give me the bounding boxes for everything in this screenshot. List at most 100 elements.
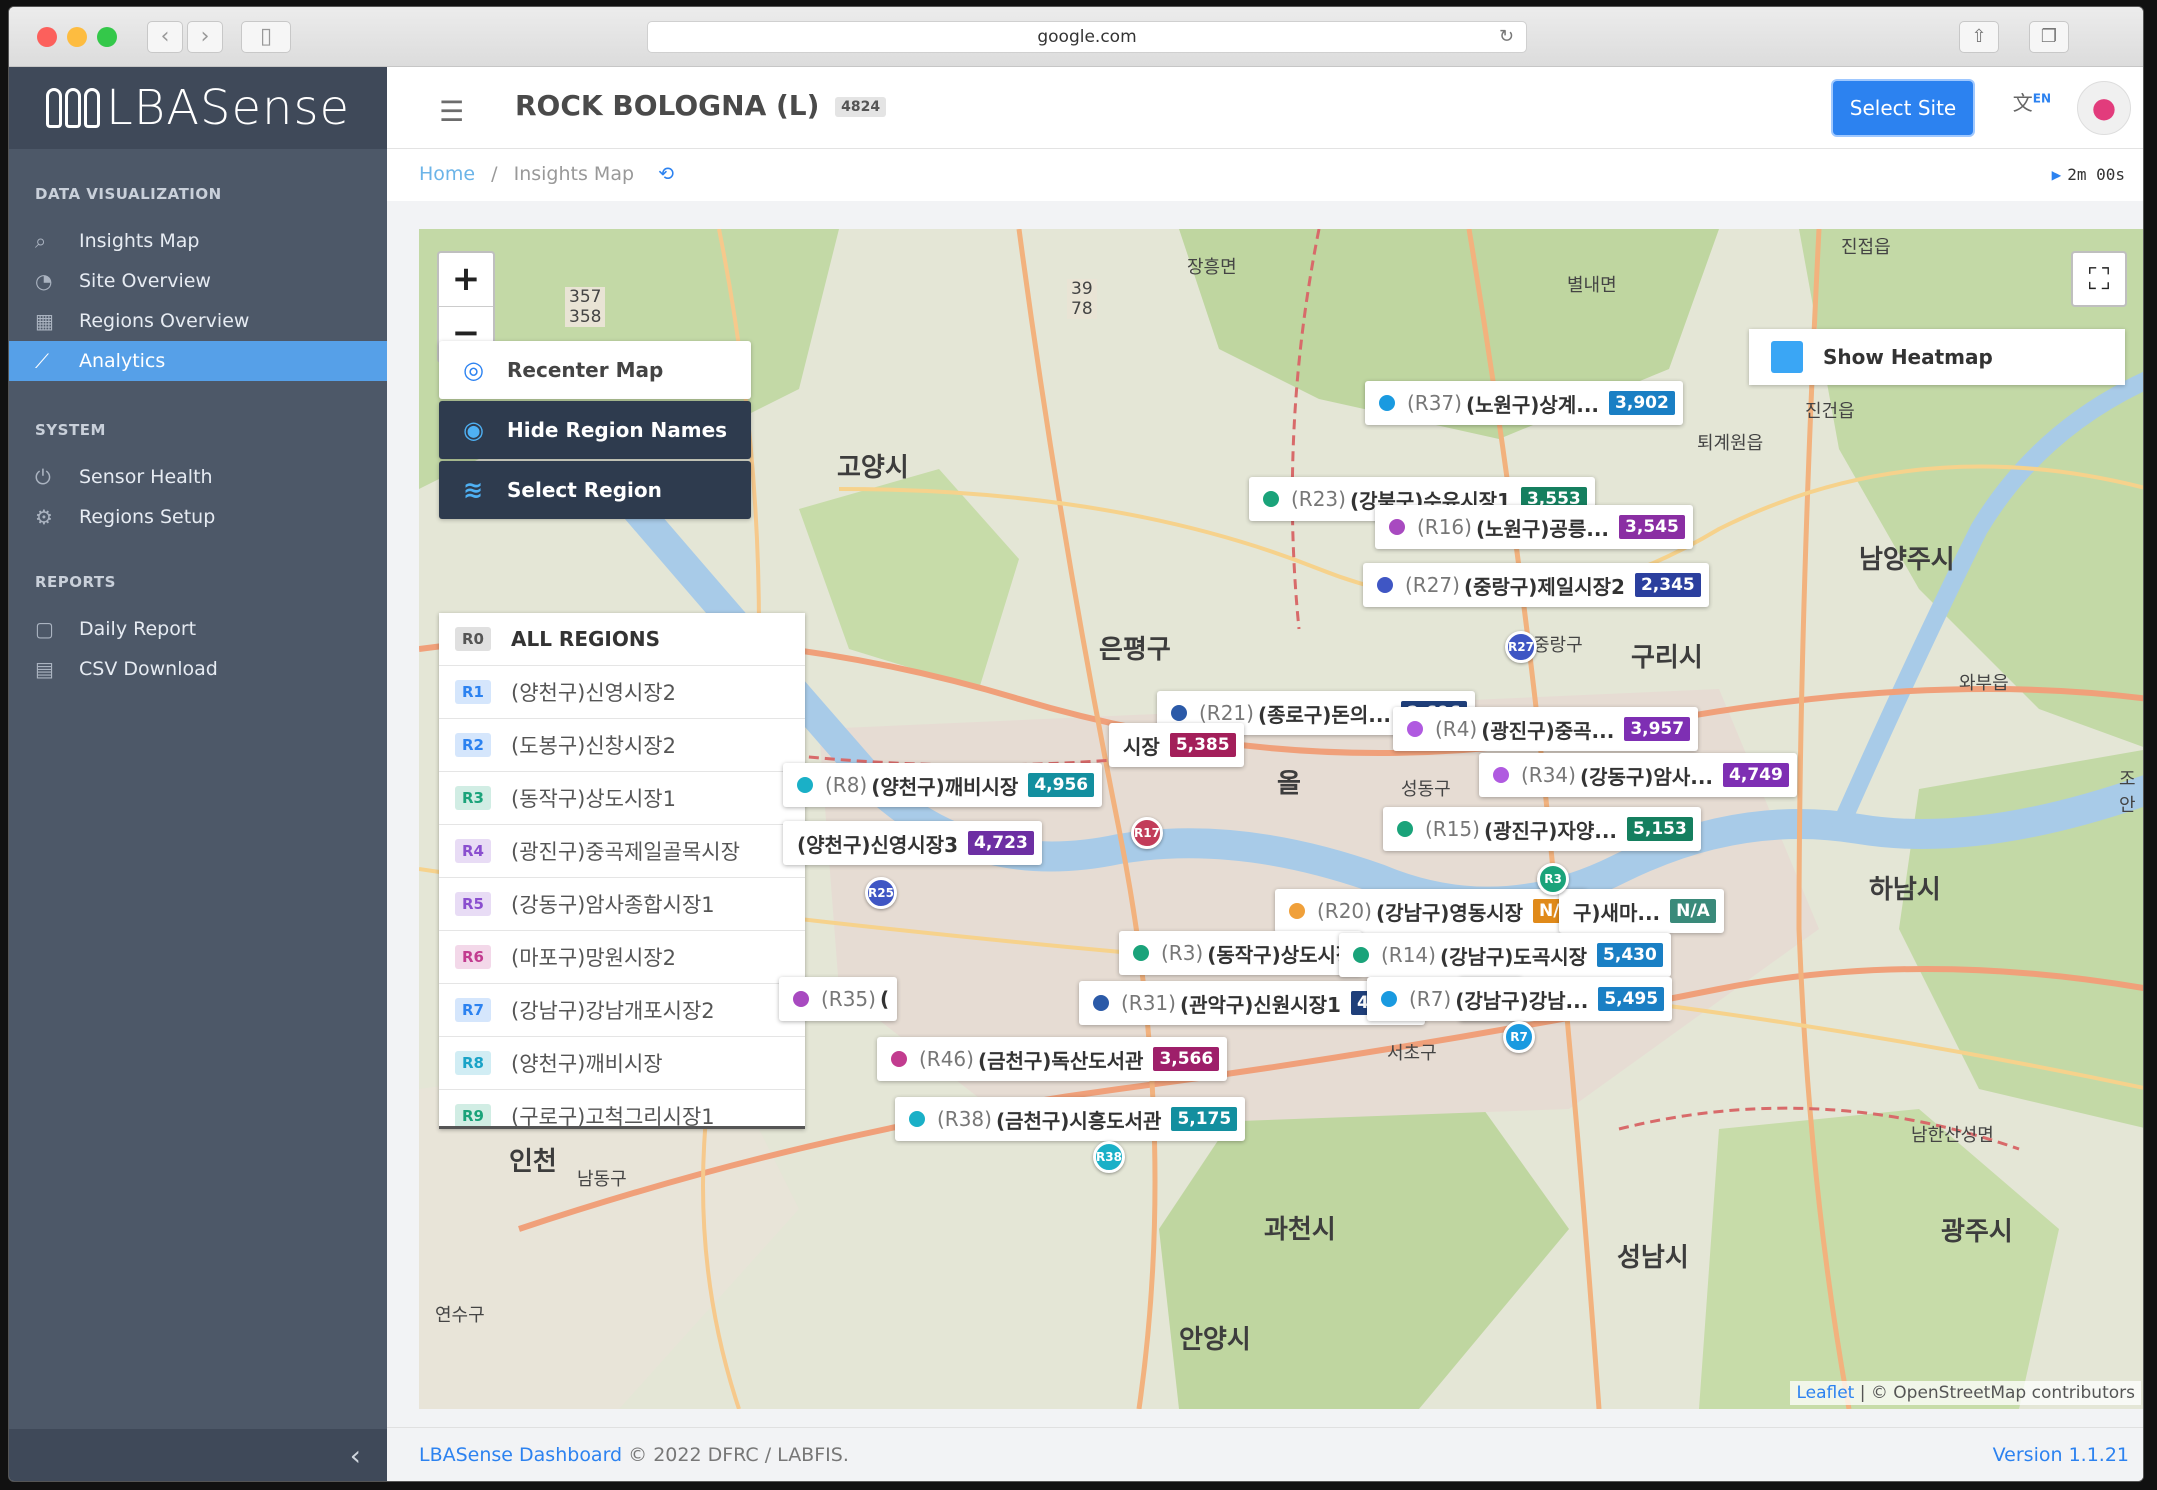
region-popup-name: (강남구)강남... xyxy=(1455,988,1589,1013)
brand-logo[interactable]: LBASense xyxy=(9,67,387,149)
region-code: (R4) xyxy=(1435,717,1478,741)
dashboard-icon: ◔ xyxy=(35,269,53,293)
leaflet-link[interactable]: Leaflet xyxy=(1796,1383,1854,1403)
sidebar-item-insights-map[interactable]: ⌕ Insights Map xyxy=(9,221,387,261)
select-site-button[interactable]: Select Site xyxy=(1833,81,1973,135)
reload-icon[interactable]: ↻ xyxy=(1499,22,1514,52)
close-window-button[interactable] xyxy=(37,27,57,47)
recenter-map-button[interactable]: ◎ Recenter Map xyxy=(439,341,751,399)
forward-icon[interactable]: › xyxy=(187,21,223,53)
region-popup-name: 시장 xyxy=(1123,734,1160,759)
maximize-window-button[interactable] xyxy=(97,27,117,47)
sidebar-item-daily-report[interactable]: ▢ Daily Report xyxy=(9,609,387,649)
sidebar-item-site-overview[interactable]: ◔ Site Overview xyxy=(9,261,387,301)
zoom-in-button[interactable]: + xyxy=(439,253,493,307)
region-popup[interactable]: (R7) (강남구)강남... 5,495 xyxy=(1367,977,1673,1021)
sidebar-item-analytics[interactable]: ⟋ Analytics xyxy=(9,341,387,381)
select-region-button[interactable]: ≋ Select Region xyxy=(439,461,751,519)
region-option[interactable]: R4 (광진구)중곡제일골목시장 xyxy=(439,825,805,878)
auto-refresh-timer[interactable]: ▶ 2m 00s xyxy=(2052,165,2125,184)
region-popup[interactable]: (R15) (광진구)자양... 5,153 xyxy=(1383,807,1701,851)
region-popup[interactable]: (R35)( xyxy=(779,977,898,1021)
minimize-window-button[interactable] xyxy=(67,27,87,47)
refresh-icon[interactable]: ⟲ xyxy=(658,163,674,185)
fullscreen-icon[interactable]: ⛶ xyxy=(2071,251,2127,307)
region-option[interactable]: R1 (양천구)신영시장2 xyxy=(439,666,805,719)
region-option[interactable]: R6 (마포구)망원시장2 xyxy=(439,931,805,984)
region-option[interactable]: R0 ALL REGIONS xyxy=(439,613,805,666)
language-switcher[interactable]: 文EN xyxy=(2013,87,2051,116)
heatmap-icon xyxy=(1771,341,1803,373)
sidebar-footer: ‹ xyxy=(9,1429,387,1481)
region-popup[interactable]: (R27) (중랑구)제일시장2 2,345 xyxy=(1363,563,1709,607)
region-name: (양천구)신영시장2 xyxy=(511,681,676,705)
sidebar-item-label: Site Overview xyxy=(79,270,211,292)
sidebar-item-label: Analytics xyxy=(79,350,166,372)
user-avatar[interactable]: ● xyxy=(2077,81,2131,135)
translate-icon: 文 xyxy=(2012,91,2033,115)
region-option[interactable]: R2 (도봉구)신창시장2 xyxy=(439,719,805,772)
region-marker[interactable]: R17 xyxy=(1131,817,1163,849)
site-name: ROCK BOLOGNA (L) xyxy=(515,89,820,122)
region-code: (R27) xyxy=(1405,573,1460,597)
status-dot-icon xyxy=(1493,767,1509,783)
region-popup[interactable]: (R16) (노원구)공릉... 3,545 xyxy=(1375,505,1693,549)
insights-map[interactable]: 고양시 은평구 구리시 남양주시 하남시 과천시 성남시 안양시 광주시 인천 장흥면 별내면 진접읍 진… xyxy=(419,229,2143,1409)
region-tag: R4 xyxy=(455,839,491,863)
region-option[interactable]: R5 (강동구)암사종합시장1 xyxy=(439,878,805,931)
breadcrumb-current: Insights Map xyxy=(513,163,635,185)
region-popup[interactable]: (R46) (금천구)독산도서관 3,566 xyxy=(877,1037,1228,1081)
place-label: 남양주시 xyxy=(1859,545,1955,575)
region-popup[interactable]: (R34) (강동구)암사... 4,749 xyxy=(1479,753,1797,797)
footer-brand-link[interactable]: LBASense Dashboard xyxy=(419,1444,622,1466)
region-name: (광진구)중곡제일골목시장 xyxy=(511,840,740,864)
region-popup[interactable]: (양천구)신영시장3 4,723 xyxy=(783,821,1042,865)
region-tag: R6 xyxy=(455,945,491,969)
region-popup[interactable]: (R20) (강남구)영동시장 N/A xyxy=(1275,889,1587,933)
region-option[interactable]: R9 (구로구)고척그리시장1 xyxy=(439,1090,805,1126)
tabs-icon[interactable]: ❐ xyxy=(2029,21,2069,53)
region-popup-name: (광진구)자양... xyxy=(1483,818,1618,843)
region-popup[interactable]: (R3) (동작구)상도시장 xyxy=(1119,931,1363,975)
region-popup[interactable]: (R8) (양천구)깨비시장 4,956 xyxy=(783,763,1103,807)
sidebar-toggle-icon[interactable]: ▯ xyxy=(241,21,291,53)
show-heatmap-label: Show Heatmap xyxy=(1823,345,1993,369)
region-marker[interactable]: R38 xyxy=(1093,1141,1125,1173)
collapse-sidebar-icon[interactable]: ‹ xyxy=(350,1439,361,1472)
share-icon[interactable]: ⇧ xyxy=(1959,21,1999,53)
region-marker[interactable]: R27 xyxy=(1505,631,1537,663)
region-marker[interactable]: R25 xyxy=(865,877,897,909)
region-marker[interactable]: R3 xyxy=(1537,863,1569,895)
sidebar-item-regions-setup[interactable]: ⚙ Regions Setup xyxy=(9,497,387,537)
region-option[interactable]: R3 (동작구)상도시장1 xyxy=(439,772,805,825)
region-popup[interactable]: 구)새마... N/A xyxy=(1559,889,1724,933)
visitor-count-badge: 2,345 xyxy=(1634,573,1701,597)
region-code: (R15) xyxy=(1425,817,1480,841)
region-code: (R35) xyxy=(821,987,876,1011)
status-dot-icon xyxy=(1353,947,1369,963)
road-number-label: 357 xyxy=(565,287,606,307)
region-option[interactable]: R8 (양천구)깨비시장 xyxy=(439,1037,805,1090)
sidebar-section-title: REPORTS xyxy=(35,573,116,591)
hide-region-names-button[interactable]: ◉ Hide Region Names xyxy=(439,401,751,459)
region-popup[interactable]: (R14) (강남구)도곡시장 5,430 xyxy=(1339,933,1671,977)
region-popup[interactable]: (R4) (광진구)중곡... 3,957 xyxy=(1393,707,1699,751)
sidebar-item-sensor-health[interactable]: ⏻ Sensor Health xyxy=(9,457,387,497)
csv-icon: ▤ xyxy=(35,657,54,681)
region-marker[interactable]: R7 xyxy=(1503,1021,1535,1053)
region-tag: R7 xyxy=(455,998,491,1022)
sidebar-item-label: Regions Setup xyxy=(79,506,216,528)
hamburger-menu-icon[interactable]: ☰ xyxy=(439,95,464,128)
region-option[interactable]: R7 (강남구)강남개포시장2 xyxy=(439,984,805,1037)
region-popup[interactable]: (R37) (노원구)상계... 3,902 xyxy=(1365,381,1683,425)
region-popup[interactable]: (R38) (금천구)시흥도서관 5,175 xyxy=(895,1097,1246,1141)
place-label: 고양시 xyxy=(837,453,909,483)
back-icon[interactable]: ‹ xyxy=(147,21,183,53)
show-heatmap-toggle[interactable]: Show Heatmap xyxy=(1749,329,2125,385)
sidebar-item-regions-overview[interactable]: ▦ Regions Overview xyxy=(9,301,387,341)
sidebar-item-csv-download[interactable]: ▤ CSV Download xyxy=(9,649,387,689)
breadcrumb-home-link[interactable]: Home xyxy=(419,163,475,185)
region-popup[interactable]: 시장 5,385 xyxy=(1109,723,1244,767)
address-bar[interactable]: google.com ↻ xyxy=(647,21,1527,53)
region-tag: R9 xyxy=(455,1104,491,1126)
